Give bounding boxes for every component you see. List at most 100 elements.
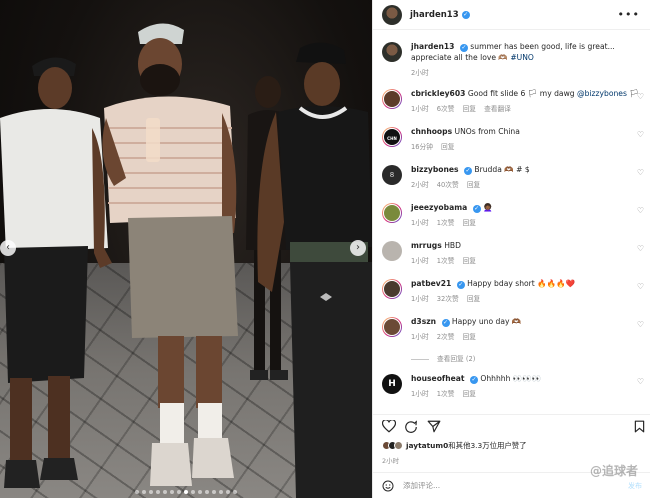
comment-username[interactable]: jeeezyobama bbox=[411, 203, 467, 212]
comment-item: 8 bizzybones ✓ Brudda 🫶🏾 # $ 2小时 40次赞 回复… bbox=[382, 164, 644, 189]
carousel-dot[interactable] bbox=[191, 490, 195, 494]
carousel-dot[interactable] bbox=[156, 490, 160, 494]
comment-likes[interactable]: 1次赞 bbox=[437, 219, 455, 227]
reply-button[interactable]: 回复 bbox=[463, 105, 476, 113]
post-button[interactable]: 发布 bbox=[628, 481, 642, 491]
reply-button[interactable]: 回复 bbox=[467, 295, 480, 303]
avatar[interactable] bbox=[382, 89, 402, 109]
verified-icon: ✓ bbox=[461, 10, 470, 19]
translate-button[interactable]: 查看翻译 bbox=[484, 105, 511, 113]
avatar[interactable] bbox=[382, 317, 402, 337]
comments-list[interactable]: jharden13 ✓ summer has been good, life i… bbox=[373, 30, 650, 411]
heart-icon[interactable]: ♡ bbox=[637, 377, 644, 386]
comment-username[interactable]: mrrugs bbox=[411, 241, 442, 250]
caption-hashtag[interactable]: #UNO bbox=[510, 53, 534, 62]
caption-time: 2小时 bbox=[411, 69, 429, 77]
avatar[interactable]: CHN HOOPS bbox=[382, 127, 402, 147]
liker-avatar bbox=[394, 441, 403, 450]
comment-text: Happy uno day 🫶🏾 bbox=[451, 317, 522, 326]
comment-username[interactable]: cbrickley603 bbox=[411, 89, 465, 98]
heart-icon[interactable]: ♡ bbox=[637, 282, 644, 291]
carousel-dot[interactable] bbox=[226, 490, 230, 494]
comment-username[interactable]: d3szn bbox=[411, 317, 436, 326]
post-photo[interactable]: ‹ › bbox=[0, 0, 372, 498]
reply-button[interactable]: 回复 bbox=[463, 219, 476, 227]
carousel-dot[interactable] bbox=[135, 490, 139, 494]
likes-summary[interactable]: jaytatum0 和其他3.3万位用户赞了 bbox=[382, 440, 527, 451]
comment-item: CHN HOOPS chnhoops UNOs from China 16分钟 … bbox=[382, 126, 644, 151]
more-icon[interactable]: ••• bbox=[618, 8, 640, 21]
caption-username[interactable]: jharden13 bbox=[411, 42, 454, 51]
reply-button[interactable]: 回复 bbox=[463, 257, 476, 265]
prev-arrow-icon[interactable]: ‹ bbox=[0, 240, 16, 256]
comment-likes[interactable]: 40次赞 bbox=[437, 181, 459, 189]
comment-text: Ohhhhh 👀👀👀 bbox=[480, 374, 542, 383]
comment-likes[interactable]: 1次赞 bbox=[437, 257, 455, 265]
view-replies-button[interactable]: 查看回复 (2) bbox=[411, 353, 475, 363]
photo-person-center bbox=[102, 23, 238, 486]
reply-button[interactable]: 回复 bbox=[463, 333, 476, 341]
comment-username[interactable]: chnhoops bbox=[411, 127, 452, 136]
post-panel: jharden13 ✓ ••• jharden13 ✓ summer has b… bbox=[372, 0, 650, 498]
bookmark-icon[interactable] bbox=[634, 420, 645, 433]
share-icon[interactable] bbox=[427, 420, 441, 433]
comment-username[interactable]: bizzybones bbox=[411, 165, 459, 174]
avatar[interactable] bbox=[382, 241, 402, 261]
comment-text: Happy bday short 🔥🔥🔥❤️ bbox=[467, 279, 576, 288]
avatar[interactable]: 8 bbox=[382, 165, 402, 185]
comment-likes[interactable]: 6次赞 bbox=[437, 105, 455, 113]
likes-prefix[interactable]: jaytatum0 bbox=[406, 441, 448, 450]
carousel-dot[interactable] bbox=[212, 490, 216, 494]
heart-icon[interactable]: ♡ bbox=[637, 206, 644, 215]
comment-mention[interactable]: @bizzybones bbox=[577, 89, 627, 98]
avatar[interactable]: H bbox=[382, 374, 402, 394]
post-username[interactable]: jharden13 bbox=[410, 10, 459, 20]
comment-text: Good fit slide 6 🏳 my dawg bbox=[467, 89, 578, 98]
comment-item: cbrickley603 Good fit slide 6 🏳 my dawg … bbox=[382, 88, 644, 113]
carousel-dot[interactable] bbox=[170, 490, 174, 494]
comment-text: UNOs from China bbox=[454, 127, 520, 136]
post-time: 2小时 bbox=[382, 457, 400, 465]
carousel-dot[interactable] bbox=[142, 490, 146, 494]
comment-item: patbev21 ✓ Happy bday short 🔥🔥🔥❤️ 1小时 32… bbox=[382, 278, 644, 303]
carousel-dot[interactable] bbox=[163, 490, 167, 494]
carousel-dot[interactable] bbox=[149, 490, 153, 494]
next-arrow-icon[interactable]: › bbox=[350, 240, 366, 256]
comment-time: 1小时 bbox=[411, 390, 429, 398]
comment-likes[interactable]: 32次赞 bbox=[437, 295, 459, 303]
heart-icon[interactable] bbox=[382, 420, 396, 433]
heart-icon[interactable]: ♡ bbox=[637, 130, 644, 139]
carousel-dot[interactable] bbox=[177, 490, 181, 494]
heart-icon[interactable]: ♡ bbox=[637, 92, 644, 101]
reply-button[interactable]: 回复 bbox=[463, 390, 476, 398]
post-header: jharden13 ✓ ••• bbox=[373, 0, 650, 30]
heart-icon[interactable]: ♡ bbox=[637, 244, 644, 253]
avatar[interactable] bbox=[382, 203, 402, 223]
heart-icon[interactable]: ♡ bbox=[637, 320, 644, 329]
reply-button[interactable]: 回复 bbox=[467, 181, 480, 189]
avatar[interactable] bbox=[382, 4, 402, 25]
reply-button[interactable]: 回复 bbox=[441, 143, 454, 151]
comment-likes[interactable]: 2次赞 bbox=[437, 333, 455, 341]
comment-item: jeeezyobama ✓ 👩🏾‍🦱 1小时 1次赞 回复 ♡ bbox=[382, 202, 644, 227]
carousel-dot[interactable] bbox=[198, 490, 202, 494]
comment-username[interactable]: houseofheat bbox=[411, 374, 465, 383]
carousel-dot[interactable] bbox=[184, 490, 188, 494]
carousel-dot[interactable] bbox=[233, 490, 237, 494]
avatar[interactable] bbox=[382, 42, 402, 62]
comment-likes[interactable]: 1次赞 bbox=[437, 390, 455, 398]
carousel-dot[interactable] bbox=[205, 490, 209, 494]
comment-username[interactable]: patbev21 bbox=[411, 279, 451, 288]
heart-icon[interactable]: ♡ bbox=[637, 168, 644, 177]
view-replies-label: 查看回复 (2) bbox=[437, 355, 476, 363]
avatar[interactable] bbox=[382, 279, 402, 299]
avatar-label: CHN HOOPS bbox=[383, 128, 401, 146]
comment-text: Brudda 🫶🏾 # $ bbox=[474, 165, 530, 174]
comment-time: 1小时 bbox=[411, 295, 429, 303]
carousel-dot[interactable] bbox=[219, 490, 223, 494]
comment-icon[interactable] bbox=[404, 420, 418, 434]
comment-time: 1小时 bbox=[411, 333, 429, 341]
comment-input[interactable]: 添加评论... bbox=[403, 480, 440, 491]
emoji-icon[interactable] bbox=[382, 480, 394, 492]
likes-text: 和其他3.3万位用户赞了 bbox=[448, 441, 527, 450]
